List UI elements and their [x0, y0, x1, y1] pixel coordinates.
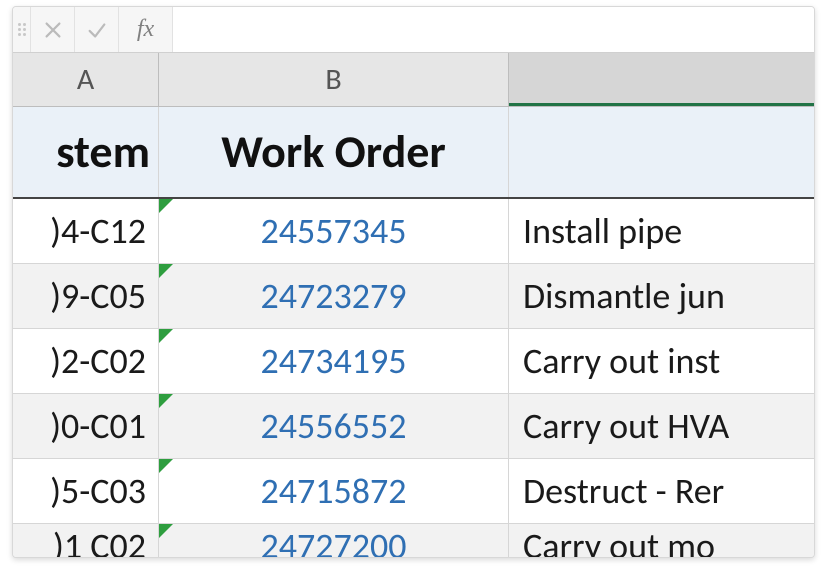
table-row: )9-C05 24723279 Dismantle jun: [13, 264, 814, 329]
error-indicator-icon: [159, 394, 173, 408]
table-row: )5-C03 24715872 Destruct - Rer: [13, 459, 814, 524]
header-cell-work-order[interactable]: Work Order: [159, 107, 509, 197]
enter-formula-button[interactable]: [75, 7, 119, 52]
error-indicator-icon: [159, 264, 173, 278]
worksheet-grid[interactable]: stem Work Order )4-C12 24557345 Install …: [13, 107, 814, 558]
cell-system[interactable]: )0-C01: [13, 394, 159, 458]
cell-work-order[interactable]: 24723279: [159, 264, 509, 328]
cell-desc[interactable]: Carry out inst: [509, 329, 814, 393]
cell-desc[interactable]: Dismantle jun: [509, 264, 814, 328]
insert-function-button[interactable]: fx: [119, 7, 173, 52]
formula-bar: fx: [13, 7, 814, 53]
table-header-row: stem Work Order: [13, 107, 814, 199]
cell-system[interactable]: )5-C03: [13, 459, 159, 523]
error-indicator-icon: [159, 459, 173, 473]
column-header-A[interactable]: A: [13, 53, 159, 106]
cell-system[interactable]: )2-C02: [13, 329, 159, 393]
column-header-C[interactable]: [509, 53, 814, 106]
cell-desc[interactable]: Carry out mo: [509, 524, 814, 558]
header-cell-system[interactable]: stem: [13, 107, 159, 197]
table-row: )2-C02 24734195 Carry out inst: [13, 329, 814, 394]
error-indicator-icon: [159, 524, 173, 538]
header-cell-desc[interactable]: [509, 107, 814, 197]
formula-input[interactable]: [173, 7, 814, 52]
cell-work-order[interactable]: 24734195: [159, 329, 509, 393]
cell-desc[interactable]: Install pipe: [509, 199, 814, 263]
formula-bar-grip: [13, 7, 31, 52]
table-row: )4-C12 24557345 Install pipe: [13, 199, 814, 264]
column-header-B[interactable]: B: [159, 53, 509, 106]
cell-desc[interactable]: Carry out HVA: [509, 394, 814, 458]
cell-system[interactable]: )1 C02: [13, 524, 159, 558]
x-icon: [42, 19, 64, 41]
cell-work-order[interactable]: 24727200: [159, 524, 509, 558]
error-indicator-icon: [159, 199, 173, 213]
table-row: )0-C01 24556552 Carry out HVA: [13, 394, 814, 459]
cell-system[interactable]: )9-C05: [13, 264, 159, 328]
cell-work-order[interactable]: 24557345: [159, 199, 509, 263]
cell-system[interactable]: )4-C12: [13, 199, 159, 263]
check-icon: [86, 19, 108, 41]
spreadsheet-window: fx A B stem Work Order )4-C12 24557345 I…: [12, 6, 815, 558]
cell-work-order[interactable]: 24556552: [159, 394, 509, 458]
column-header-row: A B: [13, 53, 814, 107]
fx-label: fx: [137, 16, 154, 43]
cancel-formula-button[interactable]: [31, 7, 75, 52]
error-indicator-icon: [159, 329, 173, 343]
cell-desc[interactable]: Destruct - Rer: [509, 459, 814, 523]
cell-work-order[interactable]: 24715872: [159, 459, 509, 523]
table-row: )1 C02 24727200 Carry out mo: [13, 524, 814, 558]
